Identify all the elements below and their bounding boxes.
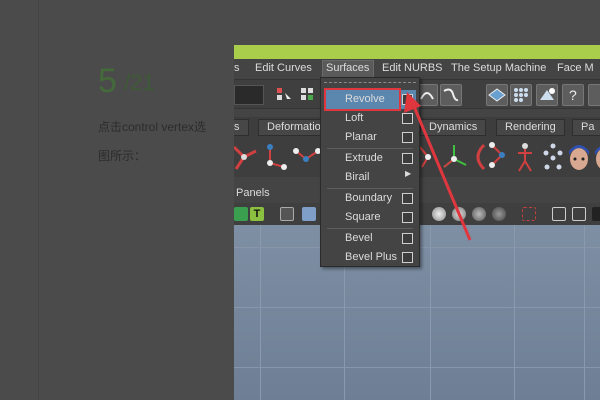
tab-dynamics[interactable]: Dynamics [420, 119, 487, 136]
menu-item-bevel-plus[interactable]: Bevel Plus [321, 248, 419, 267]
menu-item-label: Bevel [345, 232, 373, 244]
menu-item-square[interactable]: Square [321, 208, 419, 227]
panel-tool-icon[interactable] [234, 207, 248, 221]
menu-item-label: Loft [345, 112, 364, 124]
toolbar-button-partial[interactable] [588, 84, 600, 106]
grid-line [514, 225, 515, 400]
grid-line [430, 225, 431, 400]
annotation-highlight-box [324, 88, 401, 111]
nurbs-plane-icon[interactable] [486, 84, 508, 106]
menu-item-boundary[interactable]: Boundary [321, 189, 419, 208]
submenu-arrow-icon: ▶ [405, 169, 412, 178]
cube-icon[interactable] [572, 207, 586, 221]
sphere-icon[interactable] [432, 207, 446, 221]
svg-text:?: ? [569, 87, 577, 103]
tab-rendering[interactable]: Rendering [496, 119, 565, 136]
menu-bar: s Edit Curves Surfaces Edit NURBS The Se… [234, 59, 600, 79]
select-region-icon[interactable] [522, 207, 536, 221]
render-icon[interactable] [536, 84, 558, 106]
menu-face-machine[interactable]: Face M [557, 62, 594, 74]
panel-tool-icon[interactable] [592, 207, 600, 221]
option-box-extrude[interactable] [402, 153, 413, 164]
menu-item-label: Square [345, 211, 381, 223]
sphere-icon[interactable] [452, 207, 466, 221]
menu-item-loft[interactable]: Loft [321, 109, 419, 128]
option-box-bevel[interactable] [402, 233, 413, 244]
option-box-loft[interactable] [402, 113, 413, 124]
joint-icon[interactable] [234, 141, 260, 173]
curve-icon[interactable] [440, 84, 462, 106]
option-box-revolve[interactable] [402, 94, 413, 105]
option-box-boundary[interactable] [402, 193, 413, 204]
axis-icon[interactable] [440, 141, 470, 173]
menu-item-birail[interactable]: Birail ▶ [321, 168, 419, 187]
menu-surfaces[interactable]: Surfaces [326, 62, 369, 74]
menu-item-planar[interactable]: Planar [321, 128, 419, 147]
menu-item-label: Bevel Plus [345, 251, 397, 263]
menu-edit-curves[interactable]: Edit Curves [255, 62, 312, 74]
instruction-line-2: 图所示： [98, 149, 147, 163]
tab-partial[interactable]: s [234, 119, 249, 136]
menu-setup-machine[interactable]: The Setup Machine [451, 62, 546, 74]
grid-line [234, 367, 600, 368]
input-field[interactable] [234, 85, 264, 105]
character-head-icon[interactable] [590, 141, 600, 173]
menu-item-label: Extrude [345, 152, 383, 164]
help-icon[interactable]: ? [562, 84, 584, 106]
menu-item-extrude[interactable]: Extrude [321, 149, 419, 168]
cube-icon[interactable] [552, 207, 566, 221]
sphere-icon[interactable] [492, 207, 506, 221]
cube-wireframe-icon[interactable] [280, 207, 294, 221]
grid-line [234, 307, 600, 308]
ik-handle-icon[interactable] [292, 141, 322, 173]
snap-icon[interactable] [298, 85, 318, 105]
skeleton-icon[interactable] [510, 141, 540, 173]
title-bar [234, 45, 600, 59]
instruction-line-1: 点击control vertex选 [98, 120, 207, 134]
option-box-square[interactable] [402, 212, 413, 223]
sphere-icon[interactable] [472, 207, 486, 221]
option-box-bevel-plus[interactable] [402, 252, 413, 263]
menu-item-label: Boundary [345, 192, 393, 204]
tear-off-handle[interactable] [324, 82, 416, 85]
step-current: 5 [98, 62, 118, 100]
cv-grid-icon[interactable] [510, 84, 532, 106]
option-box-planar[interactable] [402, 132, 413, 143]
panels-menu[interactable]: Panels [236, 187, 270, 199]
menu-item-bevel[interactable]: Bevel [321, 229, 419, 248]
step-total: /21 [124, 70, 155, 95]
grid-line [260, 225, 261, 400]
menu-edit-nurbs[interactable]: Edit NURBS [382, 62, 443, 74]
cube-shaded-icon[interactable] [302, 207, 316, 221]
joint-icon[interactable] [262, 141, 292, 173]
text-tool-icon[interactable]: T [250, 207, 264, 221]
menu-item-label: Planar [345, 131, 377, 143]
tab-paint[interactable]: Pa [572, 119, 600, 136]
grid-line [584, 225, 585, 400]
divider [38, 0, 39, 400]
menu-item-partial[interactable]: s [234, 62, 240, 74]
select-tool-icon[interactable] [274, 85, 294, 105]
menu-item-label: Birail [345, 171, 370, 183]
